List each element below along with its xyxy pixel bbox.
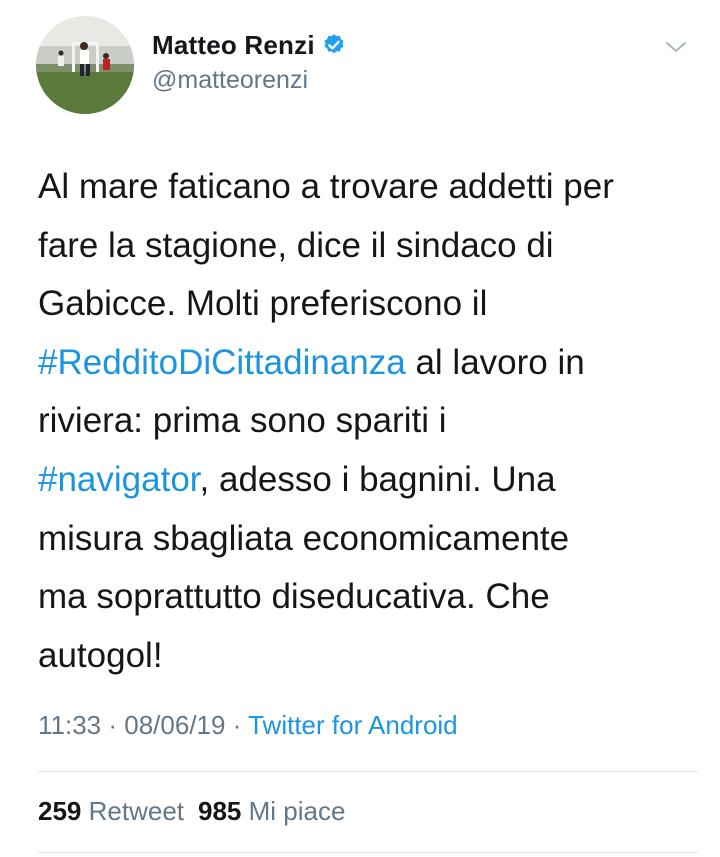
likes-count: 985 — [198, 796, 242, 826]
tweet-line: fare la stagione, dice il sindaco di — [38, 217, 698, 276]
likes-stat[interactable]: 985 Mi piace — [198, 796, 345, 826]
meta-separator: · — [225, 710, 249, 740]
tweet-text-segment: al lavoro in — [405, 342, 585, 382]
tweet-text-segment: ma soprattutto diseducativa. Che — [38, 577, 550, 617]
tweet-line: #RedditoDiCittadinanza al lavoro in — [38, 334, 698, 393]
tweet-card: Matteo Renzi @matteorenzi Al mare fatica… — [0, 0, 720, 857]
retweets-count: 259 — [38, 796, 82, 826]
hashtag-link[interactable]: #navigator — [38, 460, 200, 499]
likes-label: Mi piace — [248, 796, 346, 826]
tweet-text-segment: misura sbagliata economicamente — [38, 518, 570, 558]
tweet-line: misura sbagliata economicamente — [38, 510, 698, 569]
retweets-label: Retweet — [88, 796, 185, 826]
chevron-down-icon[interactable] — [664, 38, 688, 56]
verified-badge-icon — [322, 33, 346, 57]
tweet-line: autogol! — [38, 627, 698, 686]
tweet-text-segment: autogol! — [38, 635, 163, 675]
retweets-stat[interactable]: 259 Retweet — [38, 796, 184, 826]
tweet-date[interactable]: 08/06/19 — [124, 710, 225, 740]
tweet-author: Matteo Renzi @matteorenzi — [152, 28, 346, 95]
tweet-line: riviera: prima sono spariti i — [38, 392, 698, 451]
tweet-text-segment: Al mare faticano a trovare addetti per — [38, 167, 614, 206]
divider — [38, 852, 698, 853]
author-handle[interactable]: @matteorenzi — [152, 66, 346, 95]
author-name-row: Matteo Renzi — [152, 28, 346, 62]
avatar-photo-icon — [36, 16, 134, 114]
tweet-line: Al mare faticano a trovare addetti per — [38, 158, 698, 217]
tweet-text-segment: , adesso i bagnini. Una — [199, 459, 556, 499]
hashtag-link[interactable]: #RedditoDiCittadinanza — [38, 343, 406, 382]
tweet-line: #navigator, adesso i bagnini. Una — [38, 451, 698, 510]
author-name[interactable]: Matteo Renzi — [152, 30, 315, 61]
tweet-source-link[interactable]: Twitter for Android — [248, 710, 458, 740]
tweet-stats: 259 Retweet 985 Mi piace — [38, 796, 345, 827]
tweet-line: ma soprattutto diseducativa. Che — [38, 568, 698, 627]
tweet-text-segment: fare la stagione, dice il sindaco di — [38, 225, 554, 265]
tweet-text-segment: riviera: prima sono spariti i — [38, 401, 447, 441]
avatar[interactable] — [36, 16, 134, 114]
tweet-text-segment: Gabicce. Molti preferiscono il — [38, 284, 488, 324]
divider — [38, 771, 698, 772]
tweet-meta: 11:33 · 08/06/19 · Twitter for Android — [38, 710, 458, 741]
tweet-line: Gabicce. Molti preferiscono il — [38, 275, 698, 334]
meta-separator: · — [101, 710, 125, 740]
tweet-time[interactable]: 11:33 — [38, 710, 101, 740]
tweet-text: Al mare faticano a trovare addetti per f… — [38, 158, 698, 685]
